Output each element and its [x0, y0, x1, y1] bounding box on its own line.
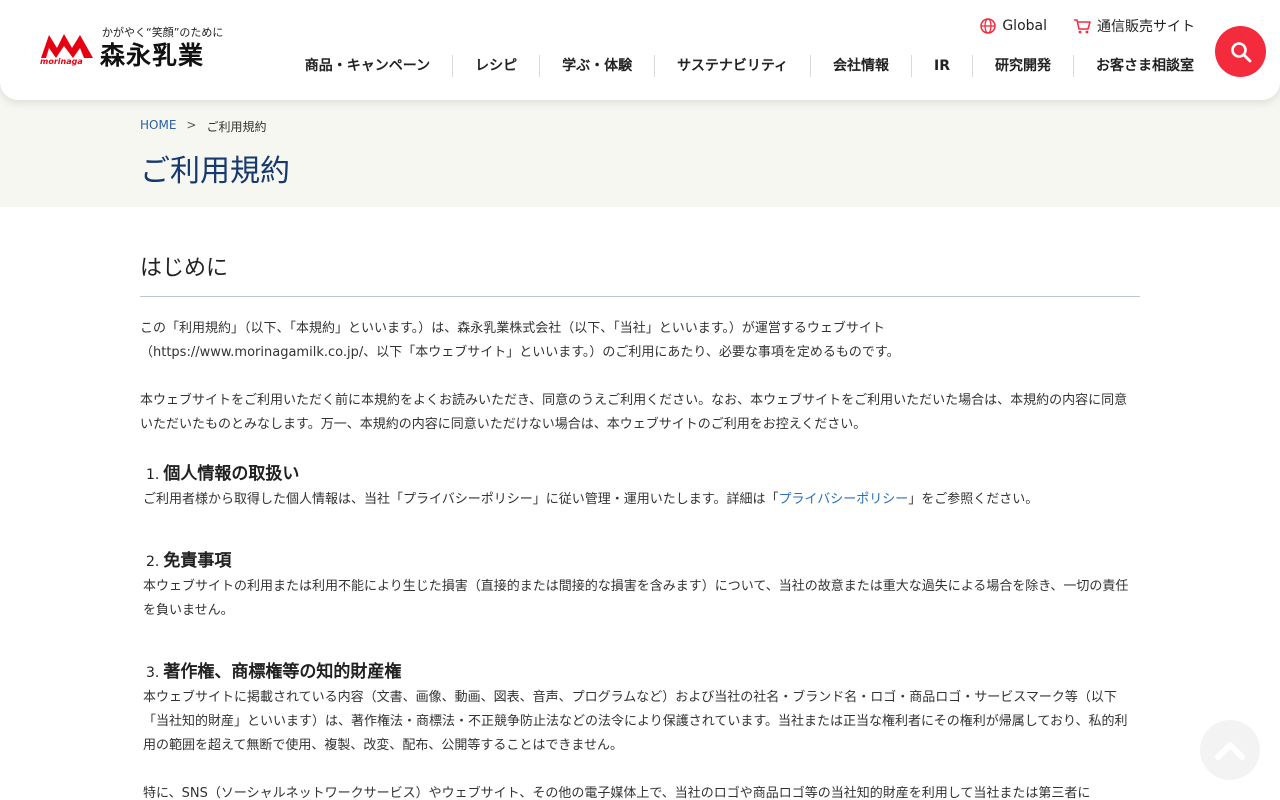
section-2: 2. 免責事項 本ウェブサイトの利用または利用不能により生じた損害（直接的または… — [140, 546, 1140, 623]
privacy-policy-link[interactable]: プライバシーポリシー — [778, 492, 908, 507]
intro-heading: はじめに — [140, 250, 1140, 297]
nav-item-recipes[interactable]: レシピ — [452, 55, 539, 77]
utility-links: Global 通信販売サイト — [980, 16, 1195, 36]
section-2-text: 本ウェブサイトの利用または利用不能により生じた損害（直接的または間接的な損害を含… — [143, 579, 1129, 618]
global-link[interactable]: Global — [980, 16, 1047, 36]
nav-item-support[interactable]: お客さま相談室 — [1073, 55, 1204, 77]
online-shop-link[interactable]: 通信販売サイト — [1073, 16, 1195, 36]
section-3-text-2: 特に、SNS（ソーシャルネットワークサービス）やウェブサイト、その他の電子媒体上… — [143, 786, 1091, 800]
page-title: ご利用規約 — [140, 154, 290, 189]
section-1-text: ご利用者様から取得した個人情報は、当社「プライバシーポリシー」に従い管理・運用い… — [143, 488, 1140, 512]
nav-item-ir[interactable]: IR — [911, 55, 972, 77]
logo-brandword: morinaga — [40, 57, 83, 66]
intro-paragraph-2: 本ウェブサイトをご利用いただく前に本規約をよくお読みいただき、同意のうえご利用く… — [140, 393, 1128, 432]
section-3-heading: 3. 著作権、商標権等の知的財産権 — [146, 657, 1140, 682]
intro-paragraph-1-line-2: （https://www.morinagamilk.co.jp/、以下「本ウェブ… — [140, 345, 900, 360]
online-shop-label: 通信販売サイト — [1097, 19, 1195, 35]
global-link-label: Global — [1002, 18, 1047, 34]
intro-paragraph-1: この「利用規約」（以下、「本規約」といいます。）は、森永乳業株式会社（以下、「当… — [140, 317, 1140, 365]
chevron-up-icon — [1215, 742, 1245, 760]
morinaga-logo[interactable]: morinaga かがやく“笑顔”のために 森永乳業 — [40, 24, 225, 70]
breadcrumb-home-link[interactable]: HOME — [140, 118, 176, 135]
logo-company-name: 森永乳業 — [100, 41, 205, 70]
search-button[interactable] — [1215, 26, 1266, 77]
section-2-heading: 2. 免責事項 — [146, 546, 1140, 571]
back-to-top-button[interactable] — [1200, 720, 1260, 780]
search-icon — [1230, 41, 1251, 62]
nav-item-products[interactable]: 商品・キャンペーン — [283, 55, 452, 77]
global-nav: 商品・キャンペーン レシピ 学ぶ・体験 サステナビリティ 会社情報 IR 研究開… — [283, 55, 1204, 77]
nav-item-learn[interactable]: 学ぶ・体験 — [539, 55, 654, 77]
section-1-text-before: ご利用者様から取得した個人情報は、当社「プライバシーポリシー」に従い管理・運用い… — [143, 492, 779, 507]
site-header: morinaga かがやく“笑顔”のために 森永乳業 Global 通信販売サイ… — [0, 0, 1280, 100]
breadcrumb: HOME > ご利用規約 — [140, 118, 266, 135]
section-3: 3. 著作権、商標権等の知的財産権 本ウェブサイトに掲載されている内容（文書、画… — [140, 657, 1140, 800]
section-1: 1. 個人情報の取扱い ご利用者様から取得した個人情報は、当社「プライバシーポリ… — [140, 459, 1140, 512]
cart-icon — [1074, 19, 1091, 34]
globe-icon — [980, 18, 997, 34]
nav-item-company[interactable]: 会社情報 — [810, 55, 911, 77]
section-2-title: 免責事項 — [163, 551, 232, 571]
section-3-title: 著作権、商標権等の知的財産権 — [163, 662, 402, 682]
section-3-number: 3. — [146, 665, 160, 681]
intro-paragraph-1-line-1: この「利用規約」（以下、「本規約」といいます。）は、森永乳業株式会社（以下、「当… — [140, 321, 885, 336]
section-1-heading: 1. 個人情報の取扱い — [146, 459, 1140, 484]
breadcrumb-current: ご利用規約 — [206, 120, 267, 134]
terms-content: はじめに この「利用規約」（以下、「本規約」といいます。）は、森永乳業株式会社（… — [140, 250, 1140, 800]
section-1-title: 個人情報の取扱い — [163, 464, 300, 484]
nav-item-research[interactable]: 研究開発 — [972, 55, 1073, 77]
section-1-number: 1. — [146, 467, 160, 483]
nav-item-sustainability[interactable]: サステナビリティ — [654, 55, 810, 77]
section-1-text-after: 」をご参照ください。 — [908, 492, 1039, 507]
section-3-text: 本ウェブサイトに掲載されている内容（文書、画像、動画、図表、音声、プログラムなど… — [143, 690, 1128, 753]
section-2-number: 2. — [146, 554, 160, 570]
breadcrumb-separator: > — [186, 118, 197, 132]
